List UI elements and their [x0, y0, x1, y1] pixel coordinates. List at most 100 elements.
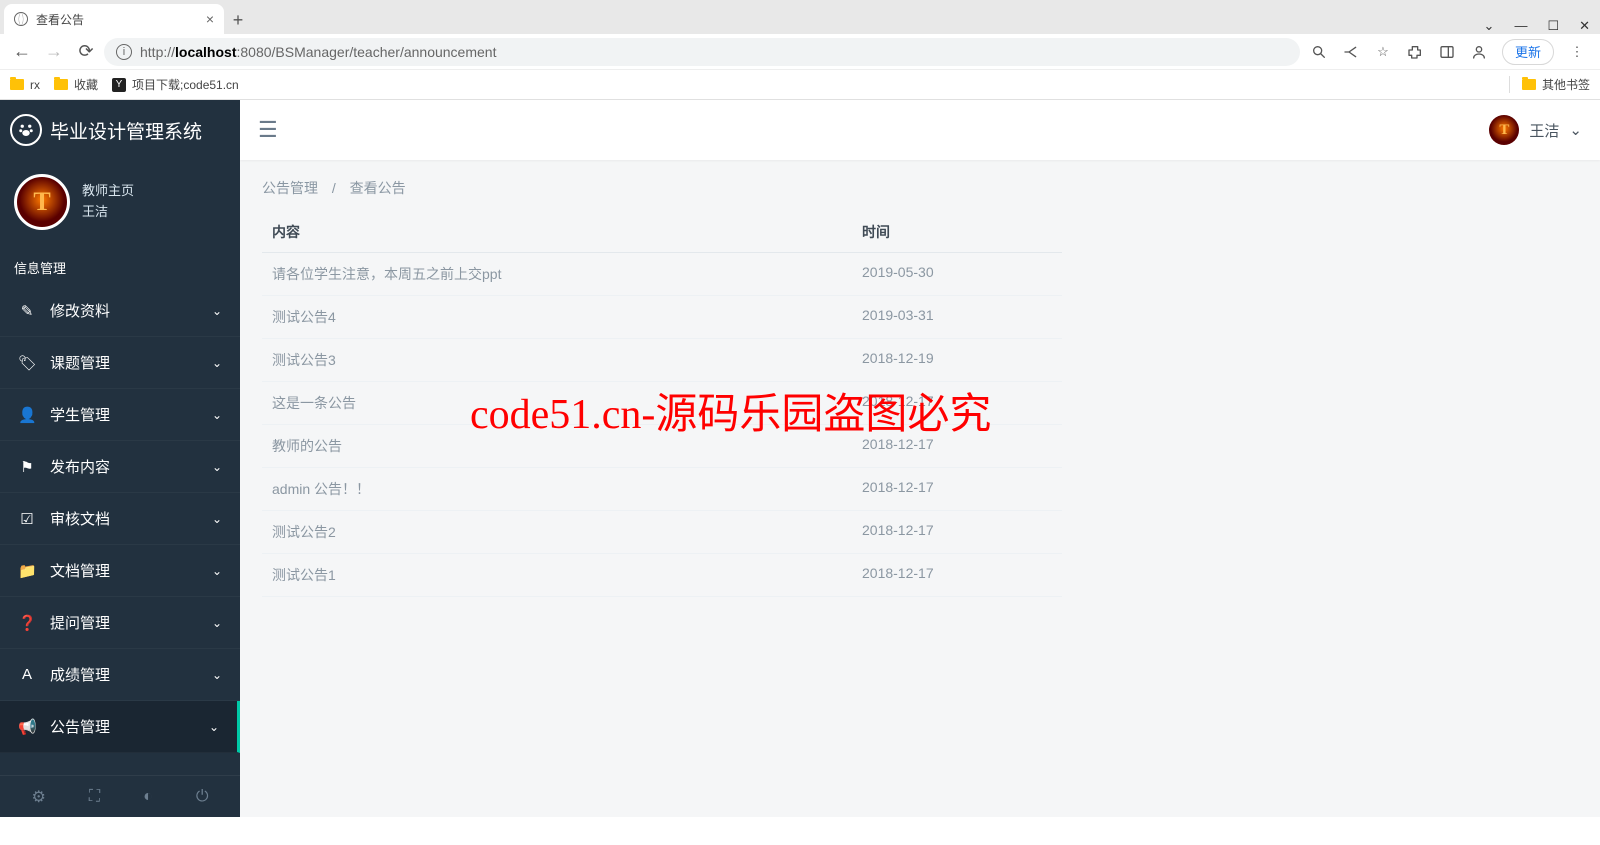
cell-time: 2018-12-17 — [862, 522, 1062, 542]
chevron-down-icon: ⌄ — [212, 668, 222, 682]
nav-icon: 📢 — [18, 718, 36, 736]
kebab-menu-icon[interactable]: ⋮ — [1568, 43, 1586, 61]
cell-time: 2018-12-17 — [862, 436, 1062, 456]
nav-icon: ✎ — [18, 302, 36, 320]
sidepanel-icon[interactable] — [1438, 43, 1456, 61]
nav-icon: ⚑ — [18, 458, 36, 476]
cell-content: 这是一条公告 — [262, 393, 862, 413]
back-button[interactable]: ← — [8, 38, 36, 66]
table-row[interactable]: 测试公告42019-03-31 — [262, 296, 1062, 339]
topbar-user-name: 王洁 — [1529, 120, 1559, 141]
paw-icon — [10, 114, 42, 146]
brand[interactable]: 毕业设计管理系统 — [0, 100, 240, 160]
table-row[interactable]: 测试公告12018-12-17 — [262, 554, 1062, 597]
table-row[interactable]: 教师的公告2018-12-17 — [262, 425, 1062, 468]
nav-label: 课题管理 — [50, 352, 110, 373]
sidebar-item-publish[interactable]: ⚑发布内容⌄ — [0, 441, 240, 493]
browser-tab[interactable]: 查看公告 × — [4, 4, 224, 34]
sidebar: 毕业设计管理系统 T 教师主页 王洁 信息管理 ✎ 修改资料 ⌄ 🏷 课题管理 ⌄ 👤学生管… — [0, 100, 240, 817]
browser-tab-bar: 查看公告 × + ⌄ — ☐ ✕ — [0, 0, 1600, 34]
table-row[interactable]: 请各位学生注意，本周五之前上交ppt2019-05-30 — [262, 253, 1062, 296]
share-icon[interactable] — [1342, 43, 1360, 61]
th-content: 内容 — [262, 222, 862, 242]
avatar-small: T — [1489, 115, 1519, 145]
nav-label: 文档管理 — [50, 560, 110, 581]
cell-content: 测试公告1 — [262, 565, 862, 585]
sidebar-item-topic[interactable]: 🏷课题管理⌄ — [0, 337, 240, 389]
topbar-user[interactable]: T 王洁 ⌄ — [1489, 115, 1582, 145]
nav-label: 审核文档 — [50, 508, 110, 529]
star-icon[interactable]: ☆ — [1374, 43, 1392, 61]
table-row[interactable]: 这是一条公告2018-12-17 — [262, 382, 1062, 425]
topbar: ☰ T 王洁 ⌄ — [240, 100, 1600, 160]
table-row[interactable]: 测试公告32018-12-19 — [262, 339, 1062, 382]
nav-label: 公告管理 — [50, 716, 110, 737]
sidebar-item-review[interactable]: ☑审核文档⌄ — [0, 493, 240, 545]
chevron-down-icon: ⌄ — [212, 564, 222, 578]
close-tab-icon[interactable]: × — [206, 11, 214, 27]
zoom-icon[interactable] — [1310, 43, 1328, 61]
reload-button[interactable]: ⟳ — [72, 38, 100, 66]
nav-icon: 📁 — [18, 562, 36, 580]
folder-icon — [10, 79, 24, 90]
nav-icon: A — [18, 666, 36, 683]
table-row[interactable]: 测试公告22018-12-17 — [262, 511, 1062, 554]
nav-icon: 🏷 — [18, 354, 36, 372]
breadcrumb-parent[interactable]: 公告管理 — [262, 180, 318, 196]
sidebar-item-docs[interactable]: 📁 文档管理 ⌄ — [0, 545, 240, 597]
sidebar-item-profile[interactable]: ✎ 修改资料 ⌄ — [0, 285, 240, 337]
cell-time: 2018-12-19 — [862, 350, 1062, 370]
brand-title: 毕业设计管理系统 — [50, 117, 202, 144]
site-icon: Y — [112, 78, 126, 92]
power-icon[interactable]: ⏻ — [196, 788, 209, 806]
window-minimize-icon[interactable]: — — [1514, 18, 1527, 34]
breadcrumb: 公告管理 / 查看公告 — [262, 178, 1578, 198]
extensions-icon[interactable] — [1406, 43, 1424, 61]
table-row[interactable]: admin 公告！！2018-12-17 — [262, 468, 1062, 511]
bookmark-favorites[interactable]: 收藏 — [54, 76, 98, 93]
th-time: 时间 — [862, 222, 1062, 242]
sidebar-section-label: 信息管理 — [0, 244, 240, 285]
other-bookmarks[interactable]: 其他书签 — [1509, 76, 1590, 93]
cell-content: 测试公告4 — [262, 307, 862, 327]
sidebar-item-announce[interactable]: 📢 公告管理 ⌄ — [0, 701, 240, 753]
sidebar-footer: ⚙ ⛶ ◐ ⏻ — [0, 775, 240, 817]
window-maximize-icon[interactable]: ☐ — [1547, 18, 1559, 34]
chevron-down-icon: ⌄ — [212, 304, 222, 318]
cell-time: 2018-12-17 — [862, 479, 1062, 499]
site-info-icon[interactable]: i — [116, 44, 132, 60]
refresh-icon[interactable]: ◐ — [143, 788, 153, 806]
hamburger-icon[interactable]: ☰ — [258, 117, 278, 143]
sidebar-item-student[interactable]: 👤学生管理⌄ — [0, 389, 240, 441]
globe-icon — [14, 12, 28, 26]
profile-icon[interactable] — [1470, 43, 1488, 61]
cell-content: admin 公告！！ — [262, 479, 862, 499]
nav-label: 提问管理 — [50, 612, 110, 633]
avatar: T — [14, 174, 70, 230]
sidebar-item-question[interactable]: ❓提问管理⌄ — [0, 597, 240, 649]
cell-content: 测试公告3 — [262, 350, 862, 370]
chevron-down-icon: ⌄ — [212, 512, 222, 526]
fullscreen-icon[interactable]: ⛶ — [89, 788, 100, 806]
omnibox[interactable]: i http://localhost:8080/BSManager/teache… — [104, 38, 1300, 66]
cell-time: 2019-05-30 — [862, 264, 1062, 284]
settings-icon[interactable]: ⚙ — [32, 787, 46, 807]
new-tab-button[interactable]: + — [224, 6, 252, 34]
update-button[interactable]: 更新 — [1502, 39, 1554, 65]
table-header: 内容 时间 — [262, 212, 1062, 253]
window-close-icon[interactable]: ✕ — [1579, 18, 1590, 34]
bookmark-rx[interactable]: rx — [10, 78, 40, 92]
main-column: ☰ T 王洁 ⌄ 公告管理 / 查看公告 内容 时间 请各位学生注意，本周五之前… — [240, 100, 1600, 817]
window-dropdown-icon[interactable]: ⌄ — [1484, 18, 1495, 34]
nav-label: 修改资料 — [50, 300, 110, 321]
cell-time: 2019-03-31 — [862, 307, 1062, 327]
forward-button[interactable]: → — [40, 38, 68, 66]
nav-icon: 👤 — [18, 406, 36, 424]
sidebar-item-grade[interactable]: A成绩管理⌄ — [0, 649, 240, 701]
breadcrumb-separator: / — [332, 180, 336, 196]
sidebar-user[interactable]: T 教师主页 王洁 — [0, 160, 240, 244]
chevron-down-icon: ⌄ — [1569, 121, 1582, 139]
app-container: 毕业设计管理系统 T 教师主页 王洁 信息管理 ✎ 修改资料 ⌄ 🏷 课题管理 ⌄ 👤学生管… — [0, 100, 1600, 817]
chevron-down-icon: ⌄ — [209, 720, 219, 734]
bookmark-code51[interactable]: Y项目下载;code51.cn — [112, 76, 239, 93]
